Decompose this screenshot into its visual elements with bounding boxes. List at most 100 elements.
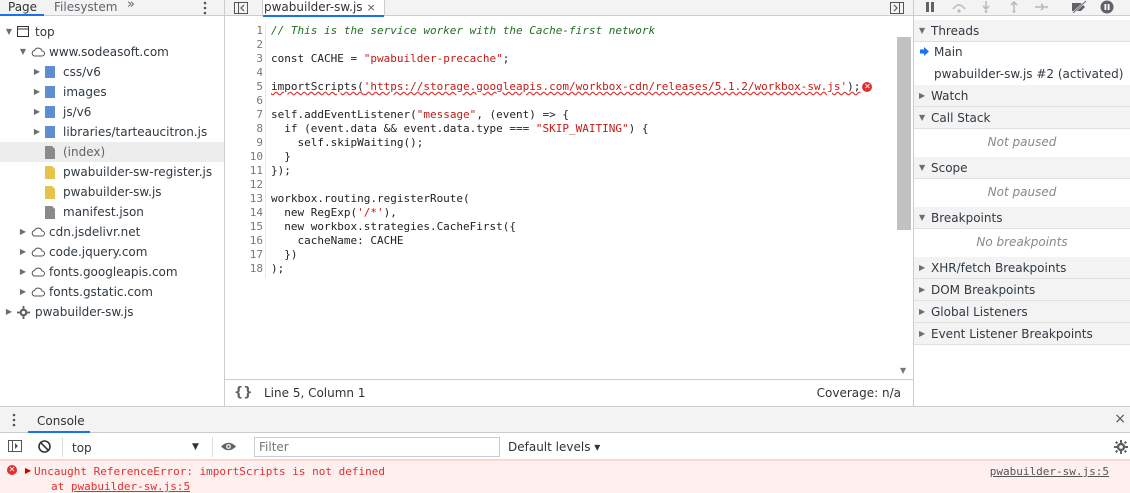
tree-item[interactable]: pwabuilder-sw-register.js — [0, 162, 224, 182]
line-number[interactable]: 12 — [237, 178, 263, 192]
collapsed-triangle-icon[interactable]: ▶ — [32, 62, 42, 82]
pause-icon[interactable] — [924, 1, 936, 13]
code-line[interactable]: }); — [271, 164, 291, 178]
threads-section-header[interactable]: ▼ Threads — [914, 20, 1130, 42]
toggle-navigator-icon[interactable] — [234, 2, 248, 14]
collapsed-triangle-icon[interactable]: ▶ — [18, 282, 28, 302]
scroll-down-icon[interactable]: ▼ — [900, 366, 906, 375]
tree-item[interactable]: ▼ www.sodeasoft.com — [0, 42, 224, 62]
line-number[interactable]: 17 — [237, 248, 263, 262]
tree-item[interactable]: ▶ fonts.googleapis.com — [0, 262, 224, 282]
drawer-menu-icon[interactable] — [12, 413, 16, 427]
tree-item[interactable]: ▶ js/v6 — [0, 102, 224, 122]
code-line[interactable]: new RegExp('/*'), — [271, 206, 397, 220]
collapsed-triangle-icon[interactable]: ▶ — [18, 222, 28, 242]
tree-item[interactable]: (index) — [0, 142, 224, 162]
expanded-triangle-icon[interactable]: ▼ — [4, 22, 14, 42]
editor-scrollbar[interactable] — [897, 37, 911, 230]
line-number[interactable]: 9 — [237, 136, 263, 150]
code-line[interactable]: const CACHE = "pwabuilder-precache"; — [271, 52, 509, 66]
tree-item[interactable]: ▶ css/v6 — [0, 62, 224, 82]
breakpoints-section-header[interactable]: ▼ Breakpoints — [914, 207, 1130, 229]
tree-item[interactable]: ▶ cdn.jsdelivr.net — [0, 222, 224, 242]
code-line[interactable]: if (event.data && event.data.type === "S… — [271, 122, 648, 136]
code-line[interactable]: cacheName: CACHE — [271, 234, 403, 248]
code-line[interactable]: workbox.routing.registerRoute( — [271, 192, 470, 206]
tree-item[interactable]: pwabuilder-sw.js — [0, 182, 224, 202]
thread-main[interactable]: Main — [914, 42, 1130, 62]
tree-item[interactable]: ▶ libraries/tarteaucitron.js — [0, 122, 224, 142]
line-number[interactable]: 10 — [237, 150, 263, 164]
line-number[interactable]: 16 — [237, 234, 263, 248]
line-number[interactable]: 7 — [237, 108, 263, 122]
step-into-icon[interactable] — [980, 1, 992, 13]
toggle-debugger-icon[interactable] — [890, 2, 904, 14]
line-number[interactable]: 14 — [237, 206, 263, 220]
tree-item[interactable]: ▶ images — [0, 82, 224, 102]
expanded-triangle-icon[interactable]: ▼ — [18, 42, 28, 62]
code-line[interactable]: }) — [271, 248, 297, 262]
error-stack-link[interactable]: pwabuilder-sw.js:5 — [71, 480, 190, 493]
line-number[interactable]: 2 — [237, 38, 263, 52]
watch-section-header[interactable]: ▶ Watch — [914, 85, 1130, 107]
close-drawer-icon[interactable]: × — [1114, 411, 1126, 427]
collapsed-triangle-icon[interactable]: ▶ — [32, 102, 42, 122]
tab-filesystem[interactable]: Filesystem — [54, 0, 117, 16]
code-line[interactable]: importScripts('https://storage.googleapi… — [271, 80, 874, 94]
tab-console[interactable]: Console — [37, 414, 85, 428]
collapsed-triangle-icon[interactable]: ▶ — [18, 242, 28, 262]
line-number[interactable]: 8 — [237, 122, 263, 136]
thread-worker[interactable]: pwabuilder-sw.js #2 (activated) — [934, 64, 1123, 84]
line-number[interactable]: 4 — [237, 66, 263, 80]
editor-tab-pwabuilder-sw[interactable]: pwabuilder-sw.js × — [262, 0, 385, 17]
line-number[interactable]: 15 — [237, 220, 263, 234]
event-listener-breakpoints-section-header[interactable]: ▶ Event Listener Breakpoints — [914, 323, 1130, 345]
code-line[interactable]: // This is the service worker with the C… — [271, 24, 655, 38]
tree-item[interactable]: ▶ code.jquery.com — [0, 242, 224, 262]
error-marker-icon[interactable]: ✕ — [862, 82, 873, 92]
more-tabs-button[interactable]: » — [127, 0, 135, 14]
dom-breakpoints-section-header[interactable]: ▶ DOM Breakpoints — [914, 279, 1130, 301]
line-number[interactable]: 13 — [237, 192, 263, 206]
tree-item[interactable]: ▶ fonts.gstatic.com — [0, 282, 224, 302]
error-source-link[interactable]: pwabuilder-sw.js:5 — [990, 465, 1109, 479]
line-number[interactable]: 3 — [237, 52, 263, 66]
tree-item-label: js/v6 — [63, 105, 92, 119]
deactivate-breakpoints-icon[interactable] — [1070, 0, 1088, 14]
line-number[interactable]: 6 — [237, 94, 263, 108]
xhr-breakpoints-section-header[interactable]: ▶ XHR/fetch Breakpoints — [914, 257, 1130, 279]
step-out-icon[interactable] — [1008, 1, 1020, 13]
close-icon[interactable]: × — [367, 1, 376, 14]
line-number[interactable]: 18 — [237, 262, 263, 276]
scope-section-header[interactable]: ▼ Scope — [914, 157, 1130, 179]
collapsed-triangle-icon[interactable]: ▶ — [32, 82, 42, 102]
code-line[interactable]: self.addEventListener("message", (event)… — [271, 108, 569, 122]
clear-console-icon[interactable] — [38, 440, 51, 453]
more-options-icon[interactable] — [203, 1, 207, 15]
call-stack-section-header[interactable]: ▼ Call Stack — [914, 107, 1130, 129]
tree-item[interactable]: ▼ top — [0, 22, 224, 42]
show-sidebar-icon[interactable] — [8, 440, 22, 452]
global-listeners-section-header[interactable]: ▶ Global Listeners — [914, 301, 1130, 323]
log-levels-dropdown[interactable]: Default levels ▾ — [508, 440, 600, 454]
code-line[interactable]: self.skipWaiting(); — [271, 136, 423, 150]
code-line[interactable]: ); — [271, 262, 284, 276]
step-over-icon[interactable] — [951, 1, 967, 13]
eye-icon[interactable] — [220, 441, 237, 452]
step-icon[interactable] — [1034, 1, 1048, 13]
line-number[interactable]: 5 — [237, 80, 263, 94]
code-line[interactable]: } — [271, 150, 291, 164]
collapsed-triangle-icon[interactable]: ▶ — [18, 262, 28, 282]
code-line[interactable]: new workbox.strategies.CacheFirst({ — [271, 220, 516, 234]
tree-item[interactable]: manifest.json — [0, 202, 224, 222]
tree-item[interactable]: ▶ pwabuilder-sw.js — [0, 302, 224, 322]
line-number[interactable]: 1 — [237, 24, 263, 38]
filter-input[interactable] — [254, 437, 500, 457]
expand-stack-triangle-icon[interactable]: ▶ — [25, 466, 31, 475]
pause-on-exceptions-icon[interactable] — [1100, 0, 1114, 14]
pretty-print-button[interactable]: {} — [234, 385, 253, 400]
collapsed-triangle-icon[interactable]: ▶ — [4, 302, 14, 322]
collapsed-triangle-icon[interactable]: ▶ — [32, 122, 42, 142]
console-settings-gear-icon[interactable] — [1114, 440, 1128, 454]
line-number[interactable]: 11 — [237, 164, 263, 178]
